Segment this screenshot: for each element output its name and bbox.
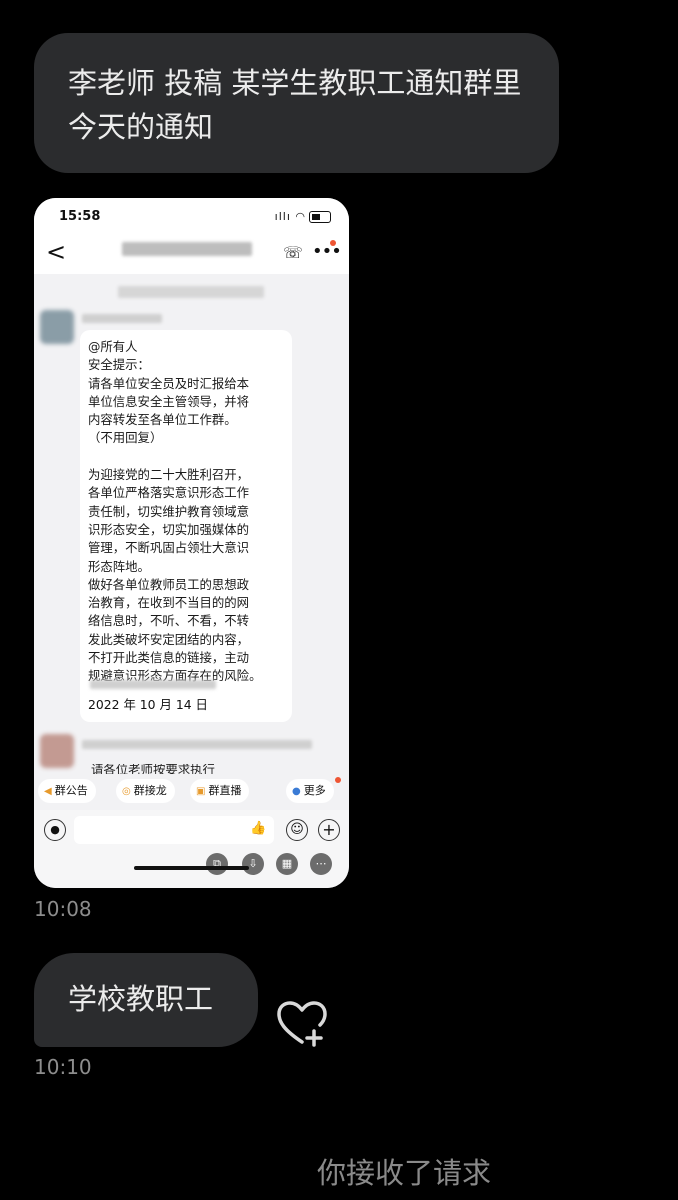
blurred-sender-name — [82, 314, 162, 323]
screenshot-status-bar: 15:58 ıllı ◠ — [34, 198, 349, 234]
signal-icon: ıllı ◠ — [274, 210, 306, 223]
toolbar-more: ● 更多 — [286, 779, 334, 803]
message-bubble-incoming[interactable]: 学校教职工 — [34, 953, 258, 1047]
more-apps-icon: ● — [292, 786, 301, 797]
relay-icon: ◎ — [122, 786, 131, 797]
toolbar-relay: ◎ 群接龙 — [116, 779, 175, 803]
float-more-icon: ⋯ — [310, 853, 332, 875]
message-text: 李老师 投稿 某学生教职工通知群里今天的通知 — [68, 66, 522, 144]
blurred-second-sender — [82, 740, 312, 749]
thumbs-up-icon: 👍 — [250, 821, 267, 836]
notice-date: 2022 年 10 月 14 日 — [88, 697, 208, 712]
home-indicator — [134, 866, 249, 870]
like-add-icon[interactable] — [276, 1000, 328, 1048]
emoji-icon: ☺ — [286, 819, 308, 841]
live-icon: ▣ — [196, 786, 206, 797]
toolbar-badge — [335, 777, 341, 783]
voice-icon: ● — [44, 819, 66, 841]
float-grid-icon: ▦ — [276, 853, 298, 875]
screenshot-chat-header: < ☏ ••• — [34, 234, 349, 274]
megaphone-icon: ◀ — [44, 786, 52, 797]
blurred-group-name — [122, 242, 252, 256]
toolbar-announcement: ◀ 群公告 — [38, 779, 96, 803]
screenshot-status-icons: ıllı ◠ — [275, 210, 331, 223]
group-toolbar: ◀ 群公告 ◎ 群接龙 ▣ 群直播 ● 更多 — [34, 774, 349, 808]
notice-message-card: @所有人 安全提示： 请各单位安全员及时汇报给本 单位信息安全主管领导，并将 内… — [80, 330, 292, 722]
screenshot-text-field — [74, 816, 274, 844]
more-options-icon: ••• — [312, 241, 342, 262]
message-bubble-incoming[interactable]: 李老师 投稿 某学生教职工通知群里今天的通知 — [34, 33, 559, 173]
toolbar-live: ▣ 群直播 — [190, 779, 250, 803]
message-text: 学校教职工 — [68, 982, 214, 1016]
blurred-signature — [90, 680, 216, 689]
battery-icon — [309, 211, 331, 223]
screenshot-input-bar: ● 👍 ☺ + ⧉ ⇩ ▦ ⋯ — [34, 810, 349, 888]
back-icon: < — [46, 238, 67, 266]
sender-avatar — [40, 310, 74, 344]
notice-text: @所有人 安全提示： 请各单位安全员及时汇报给本 单位信息安全主管领导，并将 内… — [88, 339, 262, 684]
float-copy-icon: ⧉ — [206, 853, 228, 875]
system-notice: 你接收了请求 — [317, 1156, 492, 1190]
message-timestamp: 10:08 — [34, 897, 92, 921]
message-timestamp: 10:10 — [34, 1055, 92, 1079]
float-download-icon: ⇩ — [242, 853, 264, 875]
screenshot-clock: 15:58 — [59, 209, 101, 224]
add-icon: + — [318, 819, 340, 841]
shared-screenshot-image[interactable]: 15:58 ıllı ◠ < ☏ ••• @所有人 安全提示： 请各单位安全员及… — [34, 198, 349, 888]
second-sender-avatar — [40, 734, 74, 768]
blurred-timestamp — [118, 286, 264, 298]
notification-dot — [330, 240, 336, 246]
phone-call-icon: ☏ — [283, 243, 304, 262]
